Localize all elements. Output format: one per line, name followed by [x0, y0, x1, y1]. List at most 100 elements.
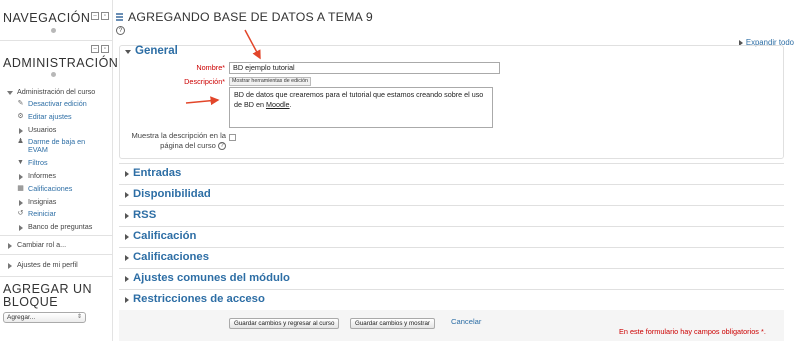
pencil-icon: ✎	[17, 100, 24, 107]
divider	[0, 276, 113, 277]
course-admin-label: Administración del curso	[17, 87, 96, 96]
section-entradas[interactable]: Entradas	[119, 163, 784, 180]
section-label: Restricciones de acceso	[133, 293, 265, 305]
section-label: Calificación	[133, 230, 197, 242]
section-label: Disponibilidad	[133, 188, 211, 200]
gear-icon: ⚙	[17, 113, 24, 120]
triangle-right-icon	[125, 191, 129, 198]
sidebar-item-usuarios[interactable]: Usuarios	[16, 126, 56, 134]
triangle-right-icon	[16, 223, 25, 231]
main-content: AGREGANDO BASE DE DATOS A TEMA 9 ? Expan…	[113, 0, 800, 341]
triangle-right-icon	[16, 198, 25, 206]
section-label: Entradas	[133, 167, 182, 179]
nombre-input[interactable]: BD ejemplo tutorial	[229, 62, 500, 74]
sidebar: NAVEGACIÓN – ▫ – ▫ ADMINISTRACIÓN Admini…	[0, 0, 118, 341]
save-return-button[interactable]: Guardar cambios y regresar al curso	[229, 318, 340, 329]
section-label: Ajustes comunes del módulo	[133, 272, 290, 284]
add-block-title: AGREGAR UN BLOQUE	[3, 282, 93, 309]
nombre-label: Nombre	[196, 63, 223, 72]
general-section-toggle[interactable]: General	[125, 45, 178, 57]
sidebar-item-desactivar-edicion[interactable]: ✎ Desactivar edición	[16, 100, 87, 108]
profile-settings-item[interactable]: Ajustes de mi perfil	[5, 261, 78, 269]
help-icon[interactable]: ?	[218, 142, 226, 150]
description-moodle-word: Moodle	[265, 100, 290, 109]
section-calificacion[interactable]: Calificación	[119, 226, 784, 243]
section-label: Calificaciones	[133, 251, 209, 263]
sidebar-item-banco-de-preguntas[interactable]: Banco de preguntas	[16, 223, 92, 231]
sidebar-item-label: Banco de preguntas	[28, 222, 93, 231]
show-description-checkbox[interactable]	[229, 134, 236, 141]
actions-icon[interactable]: ▫	[101, 12, 109, 20]
triangle-down-icon	[125, 50, 131, 54]
show-editing-tools-button[interactable]: Mostrar herramientas de edición	[229, 77, 311, 86]
divider	[0, 254, 113, 255]
dock-icon[interactable]: –	[91, 45, 99, 53]
sidebar-item-informes[interactable]: Informes	[16, 172, 56, 180]
triangle-right-icon	[125, 170, 129, 177]
triangle-right-icon	[125, 275, 129, 282]
triangle-right-icon	[5, 261, 14, 269]
required-note-period: .	[763, 327, 766, 336]
course-admin-node[interactable]: Administración del curso	[5, 88, 95, 96]
required-mark: *	[222, 79, 225, 86]
sidebar-item-insignias[interactable]: Insignias	[16, 198, 56, 206]
triangle-right-icon	[125, 233, 129, 240]
descripcion-label: Descripción	[184, 77, 223, 86]
person-icon: ♟	[17, 138, 24, 145]
switch-role-item[interactable]: Cambiar rol a...	[5, 241, 66, 249]
sidebar-item-label: Reiniciar	[28, 209, 56, 218]
section-restricciones[interactable]: Restricciones de acceso	[119, 289, 784, 306]
triangle-right-icon	[16, 126, 25, 134]
divider	[0, 235, 113, 236]
navigation-collapse-dot[interactable]	[51, 28, 56, 33]
triangle-down-icon	[5, 88, 14, 96]
sidebar-item-label: Editar ajustes	[28, 112, 72, 121]
help-icon[interactable]: ?	[116, 26, 125, 35]
switch-role-label: Cambiar rol a...	[17, 240, 67, 249]
sidebar-item-label: Darme de baja en EVAM	[28, 137, 86, 154]
section-label: RSS	[133, 209, 157, 221]
triangle-right-icon	[125, 254, 129, 261]
filter-icon: ▼	[17, 159, 24, 166]
section-rss[interactable]: RSS	[119, 205, 784, 222]
profile-settings-label: Ajustes de mi perfil	[17, 260, 78, 269]
sidebar-item-label: Calificaciones	[28, 184, 73, 193]
triangle-right-icon	[5, 241, 14, 249]
sidebar-item-calificaciones[interactable]: ▦ Calificaciones	[16, 185, 72, 193]
admin-block-title: ADMINISTRACIÓN	[3, 56, 119, 70]
add-block-select[interactable]: Agregar... ⇕	[3, 312, 86, 323]
dock-icon[interactable]: –	[91, 12, 99, 20]
section-ajustes-comunes[interactable]: Ajustes comunes del módulo	[119, 268, 784, 285]
section-disponibilidad[interactable]: Disponibilidad	[119, 184, 784, 201]
description-editor[interactable]: BD de datos que crearemos para el tutori…	[229, 87, 493, 128]
save-show-button[interactable]: Guardar cambios y mostrar	[350, 318, 435, 329]
divider	[0, 40, 113, 41]
sidebar-item-label: Usuarios	[28, 125, 57, 134]
sidebar-item-label: Insignias	[28, 197, 57, 206]
sidebar-item-reiniciar[interactable]: ↺ Reiniciar	[16, 210, 56, 218]
required-mark: *	[222, 65, 225, 72]
required-note-text: En este formulario hay campos obligatori…	[619, 327, 759, 336]
section-calificaciones[interactable]: Calificaciones	[119, 247, 784, 264]
nombre-label-wrap: Nombre*	[153, 63, 225, 72]
sidebar-item-label: Filtros	[28, 158, 48, 167]
navigation-block-title: NAVEGACIÓN	[3, 11, 91, 25]
show-description-label-wrap: Muestra la descripción en la página del …	[118, 131, 226, 151]
sidebar-item-editar-ajustes[interactable]: ⚙ Editar ajustes	[16, 112, 72, 121]
admin-collapse-dot[interactable]	[51, 72, 56, 77]
triangle-right-icon	[125, 296, 129, 303]
triangle-right-icon	[125, 212, 129, 219]
descripcion-label-wrap: Descripción*	[153, 77, 225, 86]
sidebar-item-filtros[interactable]: ▼ Filtros	[16, 159, 48, 167]
cancel-link[interactable]: Cancelar	[451, 317, 481, 326]
reset-icon: ↺	[17, 210, 24, 217]
select-arrows-icon: ⇕	[76, 314, 82, 320]
sidebar-item-label: Desactivar edición	[28, 99, 87, 108]
sidebar-item-darme-de-baja[interactable]: ♟ Darme de baja en EVAM	[16, 138, 108, 154]
navigation-block-controls: – ▫	[91, 12, 109, 20]
page-title: AGREGANDO BASE DE DATOS A TEMA 9	[128, 10, 373, 24]
add-block-select-value: Agregar...	[7, 314, 36, 321]
admin-block-controls: – ▫	[91, 45, 109, 53]
required-fields-note: En este formulario hay campos obligatori…	[619, 327, 766, 336]
actions-icon[interactable]: ▫	[101, 45, 109, 53]
